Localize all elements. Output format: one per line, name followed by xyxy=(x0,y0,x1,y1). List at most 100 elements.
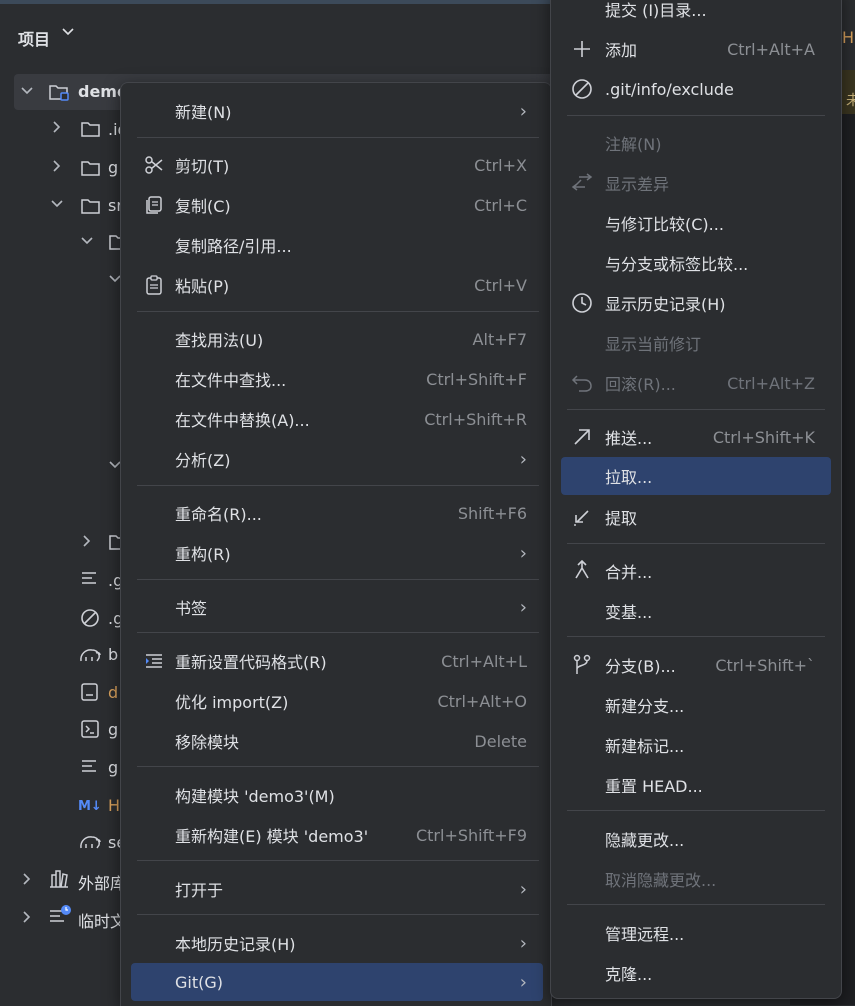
git-item-clone[interactable]: 克隆... xyxy=(561,955,831,991)
git-item-push[interactable]: 推送... Ctrl+Shift+K xyxy=(561,419,831,455)
menu-item-find-usages[interactable]: 查找用法(U) Alt+F7 xyxy=(131,321,543,357)
menu-item-shortcut: Ctrl+V xyxy=(474,275,527,295)
git-item-commit-directory[interactable]: 提交 (I)目录... xyxy=(561,0,831,27)
menu-item-local-history[interactable]: 本地历史记录(H) › xyxy=(131,925,543,961)
menu-item-bookmarks[interactable]: 书签 › xyxy=(131,589,543,625)
menu-item-label: 回滚(R)... xyxy=(605,375,676,394)
chevron-down-icon[interactable] xyxy=(50,197,64,215)
menu-item-replace-in-files[interactable]: 在文件中替换(A)... Ctrl+Shift+R xyxy=(131,401,543,437)
tree-item-label[interactable]: 外部库 xyxy=(78,870,126,894)
git-item-new-tag[interactable]: 新建标记... xyxy=(561,727,831,763)
menu-item-paste[interactable]: 粘贴(P) Ctrl+V xyxy=(131,267,543,303)
top-accent-strip xyxy=(0,0,555,4)
menu-item-label: 新建分支... xyxy=(605,697,685,716)
scissors-icon xyxy=(143,154,165,176)
menu-item-copy[interactable]: 复制(C) Ctrl+C xyxy=(131,187,543,223)
tree-item-label[interactable]: H xyxy=(108,796,120,815)
chevron-down-icon[interactable] xyxy=(20,84,34,102)
tree-item-label[interactable]: d xyxy=(108,683,118,702)
git-item-add[interactable]: 添加 Ctrl+Alt+A xyxy=(561,31,831,67)
tree-item-label[interactable]: g xyxy=(108,720,118,739)
git-item-exclude[interactable]: .git/info/exclude xyxy=(561,71,831,107)
markdown-icon: M↓ xyxy=(78,796,102,814)
copy-icon xyxy=(143,194,165,216)
chevron-right-icon[interactable] xyxy=(50,159,64,177)
git-item-rebase[interactable]: 变基... xyxy=(561,593,831,629)
menu-item-label: 取消隐藏更改... xyxy=(605,871,717,890)
git-item-stash[interactable]: 隐藏更改... xyxy=(561,821,831,857)
menu-item-analyze[interactable]: 分析(Z) › xyxy=(131,441,543,477)
menu-separator xyxy=(137,485,539,486)
menu-item-shortcut: Ctrl+X xyxy=(474,155,527,175)
git-item-show-diff[interactable]: 显示差异 xyxy=(561,165,831,201)
menu-item-shortcut: Shift+F6 xyxy=(457,503,527,523)
menu-separator xyxy=(567,115,825,116)
panel-title[interactable]: 项目 xyxy=(18,26,50,50)
git-item-reset-head[interactable]: 重置 HEAD... xyxy=(561,767,831,803)
menu-item-refactor[interactable]: 重构(R) › xyxy=(131,535,543,571)
menu-item-shortcut: Delete xyxy=(474,731,527,751)
menu-item-shortcut: Ctrl+Alt+O xyxy=(437,691,527,711)
editor-tab-label[interactable]: H xyxy=(842,28,854,47)
menu-item-shortcut: Alt+F7 xyxy=(472,329,527,349)
menu-item-copy-path[interactable]: 复制路径/引用... xyxy=(131,227,543,263)
menu-item-label: 显示差异 xyxy=(605,175,670,194)
clock-icon xyxy=(571,292,593,314)
menu-item-label: 剪切(T) xyxy=(175,157,230,176)
git-item-branches[interactable]: 分支(B)... Ctrl+Shift+` xyxy=(561,647,831,683)
chevron-right-icon[interactable] xyxy=(20,872,34,890)
tree-item-label[interactable]: g xyxy=(108,158,118,177)
menu-item-label: 注解(N) xyxy=(605,135,662,154)
git-item-rollback[interactable]: 回滚(R)... Ctrl+Alt+Z xyxy=(561,365,831,401)
menu-item-git[interactable]: Git(G) › xyxy=(131,963,543,1001)
tree-item-label[interactable]: b xyxy=(108,645,118,664)
context-menu: 新建(N) › 剪切(T) Ctrl+X 复制(C) Ctrl+C 复制路径/引… xyxy=(120,82,552,1006)
menu-item-find-in-files[interactable]: 在文件中查找... Ctrl+Shift+F xyxy=(131,361,543,397)
git-item-compare-revision[interactable]: 与修订比较(C)... xyxy=(561,205,831,241)
menu-item-label: 添加 xyxy=(605,41,638,60)
menu-item-label: 新建标记... xyxy=(605,737,685,756)
menu-item-open-in[interactable]: 打开于 › xyxy=(131,871,543,907)
chevron-right-icon: › xyxy=(519,448,527,470)
tree-item-label[interactable]: g xyxy=(108,758,118,777)
chevron-right-icon[interactable] xyxy=(50,120,64,138)
git-item-annotate[interactable]: 注解(N) xyxy=(561,125,831,161)
menu-item-label: 提取 xyxy=(605,509,638,528)
menu-item-optimize-imports[interactable]: 优化 import(Z) Ctrl+Alt+O xyxy=(131,683,543,719)
menu-item-label: 重命名(R)... xyxy=(175,505,262,524)
tree-item-label[interactable]: 临时文 xyxy=(78,908,126,932)
git-item-manage-remotes[interactable]: 管理远程... xyxy=(561,915,831,951)
chevron-right-icon[interactable] xyxy=(80,534,94,552)
menu-item-remove-module[interactable]: 移除模块 Delete xyxy=(131,723,543,759)
menu-separator xyxy=(137,137,539,138)
git-item-fetch[interactable]: 提取 xyxy=(561,499,831,535)
chevron-down-icon[interactable] xyxy=(80,234,94,252)
menu-item-reformat-code[interactable]: 重新设置代码格式(R) Ctrl+Alt+L xyxy=(131,643,543,679)
elephant-icon xyxy=(78,645,101,663)
menu-item-label: Git(G) xyxy=(175,972,223,992)
menu-item-rebuild-module[interactable]: 重新构建(E) 模块 'demo3' Ctrl+Shift+F9 xyxy=(131,817,543,853)
chevron-down-icon[interactable] xyxy=(61,25,75,43)
git-item-new-branch[interactable]: 新建分支... xyxy=(561,687,831,723)
menu-item-label: .git/info/exclude xyxy=(605,79,734,99)
menu-item-label: 推送... xyxy=(605,429,653,448)
menu-separator xyxy=(567,543,825,544)
git-item-pull[interactable]: 拉取... xyxy=(561,457,831,495)
menu-item-label: 合并... xyxy=(605,563,653,582)
menu-item-build-module[interactable]: 构建模块 'demo3'(M) xyxy=(131,777,543,813)
git-item-compare-branch[interactable]: 与分支或标签比较... xyxy=(561,245,831,281)
menu-item-rename[interactable]: 重命名(R)... Shift+F6 xyxy=(131,495,543,531)
chevron-right-icon[interactable] xyxy=(20,910,34,928)
module-folder-icon xyxy=(48,82,69,101)
menu-item-label: 本地历史记录(H) xyxy=(175,935,296,954)
menu-item-cut[interactable]: 剪切(T) Ctrl+X xyxy=(131,147,543,183)
git-item-show-current-revision[interactable]: 显示当前修订 xyxy=(561,325,831,361)
menu-item-new[interactable]: 新建(N) › xyxy=(131,93,543,129)
git-item-show-history[interactable]: 显示历史记录(H) xyxy=(561,285,831,321)
git-item-merge[interactable]: 合并... xyxy=(561,553,831,589)
menu-item-label: 重新设置代码格式(R) xyxy=(175,653,327,672)
git-item-unstash[interactable]: 取消隐藏更改... xyxy=(561,861,831,897)
menu-item-label: 移除模块 xyxy=(175,733,240,752)
plus-icon xyxy=(571,38,593,60)
push-arrow-icon xyxy=(571,426,593,448)
